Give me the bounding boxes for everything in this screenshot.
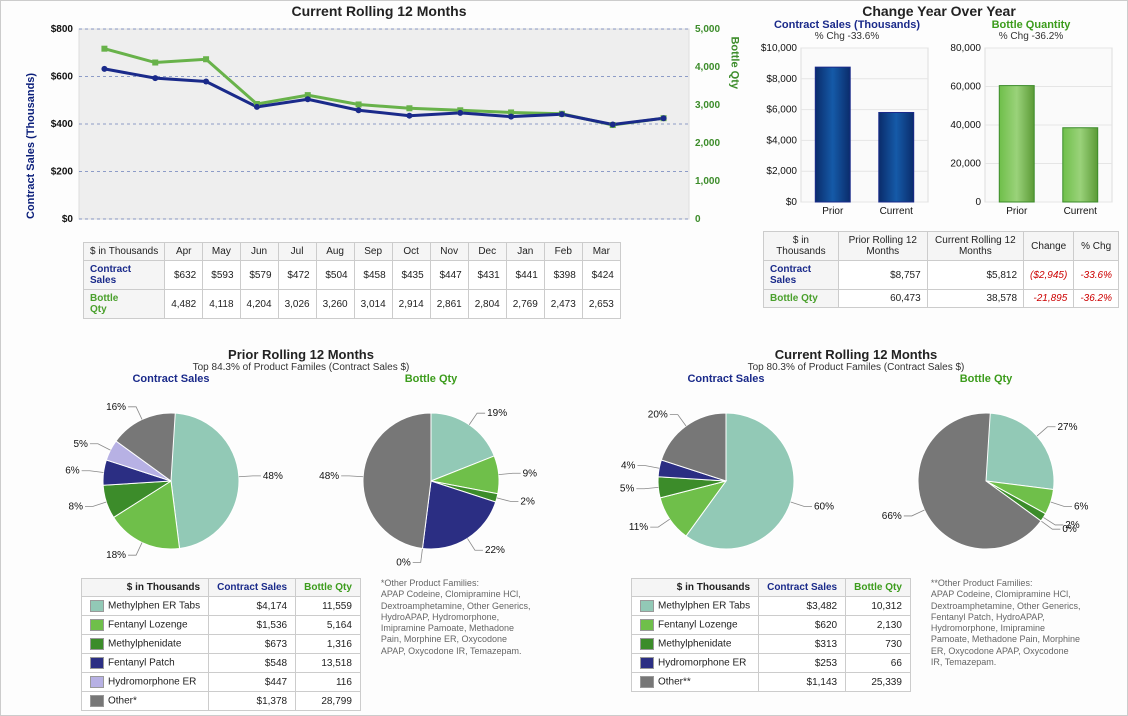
svg-text:1,000: 1,000 xyxy=(695,176,720,187)
svg-text:20%: 20% xyxy=(648,410,668,421)
dashboard: Current Rolling 12 Months Contract Sales… xyxy=(0,0,1128,716)
svg-text:9%: 9% xyxy=(523,468,538,479)
svg-text:$400: $400 xyxy=(51,119,74,130)
y-left-label: Contract Sales (Thousands) xyxy=(25,73,37,219)
svg-text:$800: $800 xyxy=(51,24,74,35)
svg-text:3,000: 3,000 xyxy=(695,100,720,111)
current-panel: Current Rolling 12 Months Top 80.3% of P… xyxy=(591,347,1121,692)
svg-text:2%: 2% xyxy=(520,496,535,507)
current-pie-contract-sales: 60% 11% 5% 4% 20% xyxy=(611,385,841,575)
svg-text:20,000: 20,000 xyxy=(950,159,981,170)
yoy-panel: Change Year Over Year Contract Sales (Th… xyxy=(759,3,1119,308)
yoy-table: $ in ThousandsPrior Rolling 12 MonthsCur… xyxy=(763,231,1119,308)
svg-text:Prior: Prior xyxy=(822,206,844,217)
svg-text:19%: 19% xyxy=(487,408,507,419)
svg-text:$4,000: $4,000 xyxy=(766,135,797,146)
svg-text:5%: 5% xyxy=(620,484,635,495)
yoy-right-sub: % Chg -36.2% xyxy=(943,31,1119,42)
svg-text:$0: $0 xyxy=(786,197,798,208)
svg-text:$600: $600 xyxy=(51,72,74,83)
svg-text:Current: Current xyxy=(1064,206,1098,217)
svg-text:$2,000: $2,000 xyxy=(766,166,797,177)
svg-text:6%: 6% xyxy=(1074,501,1089,512)
current-sub: Top 80.3% of Product Familes (Contract S… xyxy=(591,362,1121,373)
svg-text:4,000: 4,000 xyxy=(695,62,720,73)
current-pie-cs-title: Contract Sales xyxy=(611,373,841,385)
svg-text:0: 0 xyxy=(975,197,981,208)
current-footnote: **Other Product Families: APAP Codeine, … xyxy=(931,578,1081,668)
svg-text:16%: 16% xyxy=(106,402,126,413)
svg-text:2,000: 2,000 xyxy=(695,138,720,149)
svg-text:Current: Current xyxy=(880,206,914,217)
current-title: Current Rolling 12 Months xyxy=(591,347,1121,362)
svg-text:4%: 4% xyxy=(621,461,636,472)
svg-text:60%: 60% xyxy=(814,501,834,512)
svg-text:48%: 48% xyxy=(263,471,283,482)
svg-text:Prior: Prior xyxy=(1006,206,1028,217)
svg-text:6%: 6% xyxy=(65,466,80,477)
yoy-bar-bottles: 0 20,000 40,000 60,000 80,000 Prior Current xyxy=(943,42,1118,222)
svg-text:40,000: 40,000 xyxy=(950,120,981,131)
svg-text:8%: 8% xyxy=(69,501,84,512)
yoy-title: Change Year Over Year xyxy=(759,3,1119,19)
rolling12-title: Current Rolling 12 Months xyxy=(9,3,749,19)
rolling12-panel: Current Rolling 12 Months Contract Sales… xyxy=(9,3,749,319)
current-pie-bottle-qty: 27%6%2%0%66% xyxy=(871,385,1101,575)
current-product-table: $ in ThousandsContract SalesBottle QtyMe… xyxy=(631,578,911,692)
svg-text:80,000: 80,000 xyxy=(950,43,981,54)
prior-product-table: $ in ThousandsContract SalesBottle QtyMe… xyxy=(81,578,361,711)
svg-text:$6,000: $6,000 xyxy=(766,105,797,116)
svg-text:$8,000: $8,000 xyxy=(766,74,797,85)
svg-text:0: 0 xyxy=(695,214,701,225)
svg-text:$10,000: $10,000 xyxy=(761,43,798,54)
yoy-left-name: Contract Sales (Thousands) xyxy=(759,19,935,31)
prior-pie-bottle-qty: 19% 9% 2% 22% 0% 48% xyxy=(316,385,546,575)
prior-title: Prior Rolling 12 Months xyxy=(41,347,561,362)
current-pie-bq-title: Bottle Qty xyxy=(871,373,1101,385)
svg-text:5%: 5% xyxy=(73,439,88,450)
prior-panel: Prior Rolling 12 Months Top 84.3% of Pro… xyxy=(41,347,561,711)
svg-text:$0: $0 xyxy=(62,214,74,225)
prior-footnote: *Other Product Families: APAP Codeine, C… xyxy=(381,578,531,657)
prior-pie-contract-sales: 48% 18% 8% 6% 5% 16% xyxy=(56,385,286,575)
svg-text:0%: 0% xyxy=(396,557,411,568)
svg-text:0%: 0% xyxy=(1062,524,1077,535)
svg-text:48%: 48% xyxy=(319,471,339,482)
svg-text:27%: 27% xyxy=(1058,422,1078,433)
svg-text:22%: 22% xyxy=(485,545,505,556)
y-right-label: Bottle Qty xyxy=(729,36,741,89)
svg-text:66%: 66% xyxy=(882,511,902,522)
svg-text:5,000: 5,000 xyxy=(695,24,720,35)
yoy-left-sub: % Chg -33.6% xyxy=(759,31,935,42)
svg-text:60,000: 60,000 xyxy=(950,82,981,93)
rolling12-table: $ in ThousandsAprMayJunJulAugSepOctNovDe… xyxy=(83,242,621,319)
yoy-bar-contracts: $0 $2,000 $4,000 $6,000 $8,000 $10,000 Prior Cu… xyxy=(759,42,934,222)
prior-pie-bq-title: Bottle Qty xyxy=(316,373,546,385)
prior-sub: Top 84.3% of Product Familes (Contract S… xyxy=(41,362,561,373)
svg-text:18%: 18% xyxy=(106,550,126,561)
prior-pie-cs-title: Contract Sales xyxy=(56,373,286,385)
yoy-right-name: Bottle Quantity xyxy=(943,19,1119,31)
rolling12-line-chart: $0 $200 $400 $600 $800 0 1,000 2,000 3,000 4,000 5… xyxy=(9,19,749,239)
svg-text:11%: 11% xyxy=(629,522,648,533)
svg-text:$200: $200 xyxy=(51,167,74,178)
